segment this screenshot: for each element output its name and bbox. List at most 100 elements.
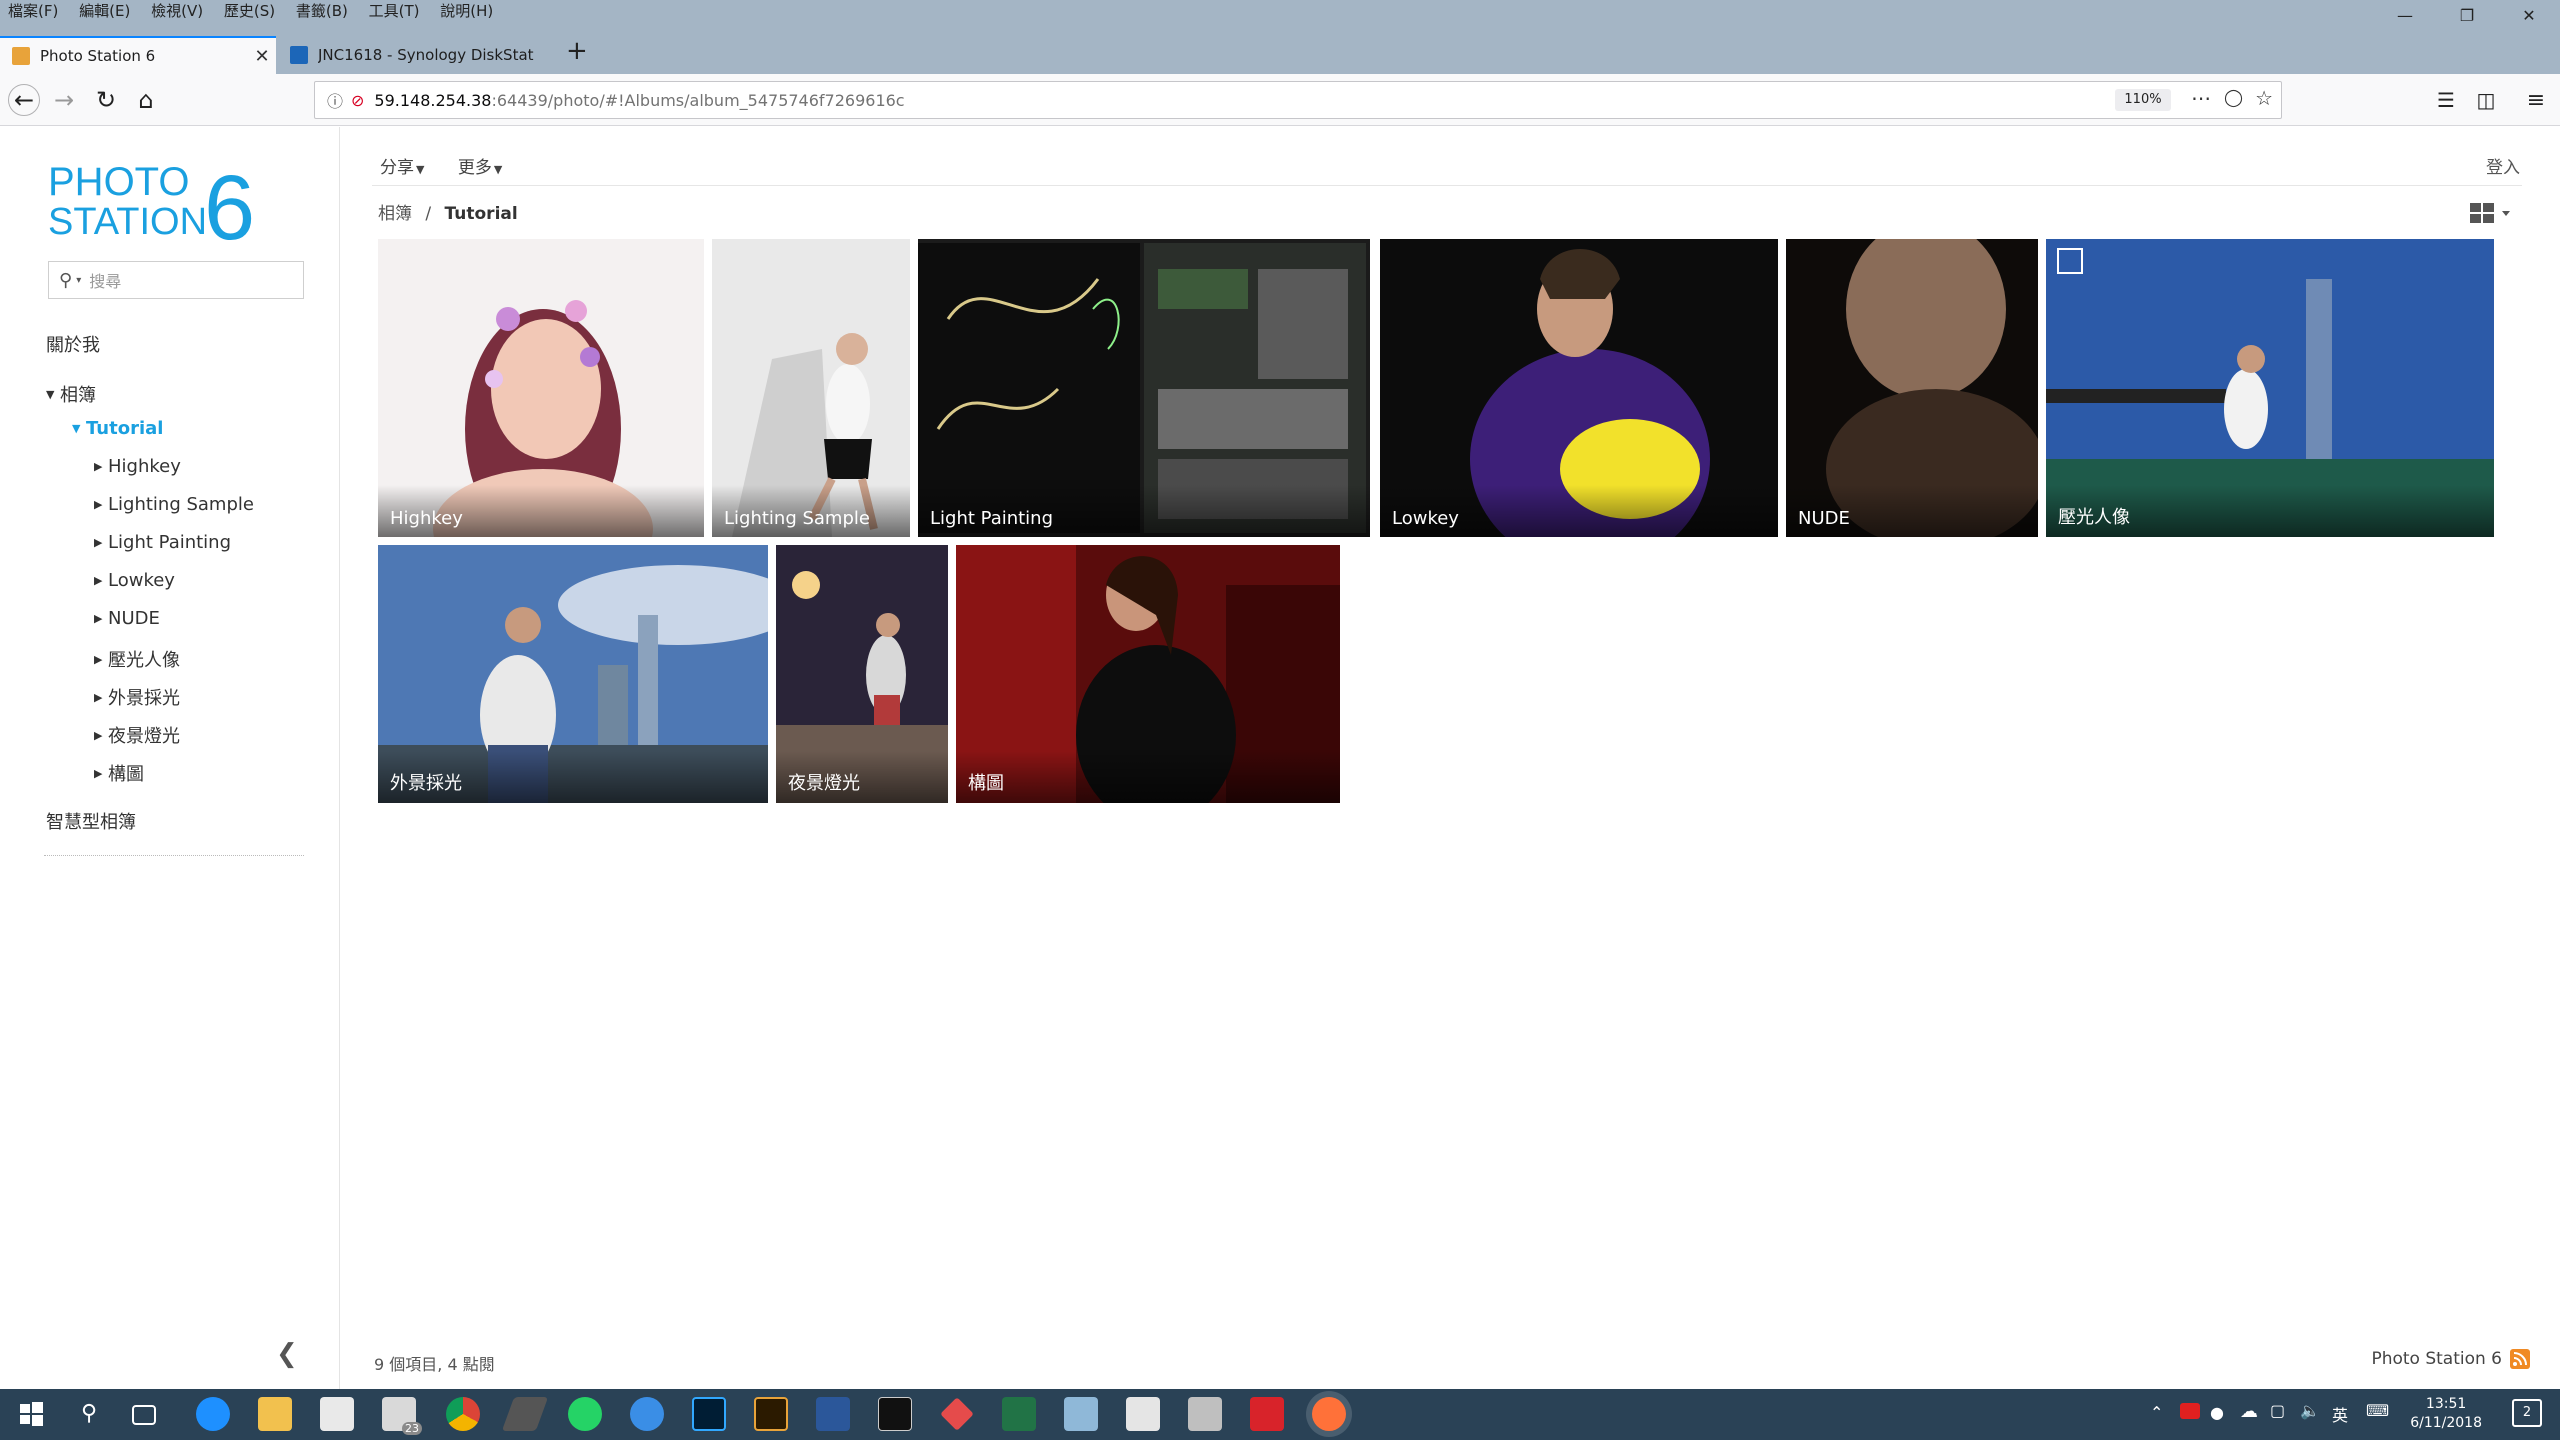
keyboard-icon[interactable]: ⌨ — [2366, 1401, 2389, 1420]
forward-button[interactable]: → — [48, 84, 80, 116]
more-menu[interactable]: 更多 ▼ — [458, 158, 502, 178]
bookmark-star-icon[interactable]: ☆ — [2255, 86, 2273, 110]
view-switcher[interactable] — [2470, 201, 2514, 225]
sidebar-item-lighting-sample[interactable]: ▶ Lighting Sample — [94, 494, 254, 515]
reload-button[interactable]: ↻ — [90, 84, 122, 116]
collapsed-triangle-icon[interactable]: ▶ — [94, 460, 108, 473]
search-taskbar-icon[interactable]: ⚲ — [72, 1397, 106, 1431]
sidebar-item-nude[interactable]: ▶ NUDE — [94, 608, 160, 629]
info-icon[interactable]: ⓘ — [327, 88, 343, 112]
tray-chevron-icon[interactable]: ⌃ — [2150, 1403, 2163, 1422]
sidebar-item-lowkey[interactable]: ▶ Lowkey — [94, 570, 175, 591]
menu-file[interactable]: 檔案(F) — [0, 0, 66, 21]
1password-icon[interactable] — [630, 1397, 664, 1431]
sidebar-item-outdoor-lighting[interactable]: ▶ 外景採光 — [94, 684, 180, 710]
menu-bookmarks[interactable]: 書籤(B) — [288, 0, 356, 21]
sidebar-toggle-icon[interactable]: ◫ — [2470, 84, 2502, 116]
menu-tools[interactable]: 工具(T) — [361, 0, 428, 21]
calculator-icon[interactable] — [1126, 1397, 1160, 1431]
expand-triangle-icon[interactable]: ▼ — [72, 422, 86, 435]
url-bar[interactable]: ⓘ ⊘ 59.148.254.38 :64439/photo/#!Albums/… — [314, 81, 2282, 119]
task-view-icon[interactable] — [132, 1405, 156, 1425]
hamburger-menu-icon[interactable]: ≡ — [2520, 84, 2552, 116]
whatsapp-icon[interactable] — [568, 1397, 602, 1431]
album-tile-night-lighting[interactable]: 夜景燈光 — [776, 545, 948, 803]
windows-start-icon[interactable] — [14, 1397, 48, 1431]
album-tile-backlight-portrait[interactable]: 壓光人像 — [2046, 239, 2494, 537]
zoom-level[interactable]: 110% — [2115, 89, 2171, 111]
page-actions-icon[interactable]: ⋯ — [2191, 86, 2211, 110]
album-tile-composition[interactable]: 構圖 — [956, 545, 1340, 803]
sidebar-item-albums[interactable]: ▼ 相簿 — [46, 381, 96, 407]
bridge-icon[interactable] — [754, 1397, 788, 1431]
tray-app-icon[interactable] — [2180, 1403, 2200, 1419]
album-tile-light-painting[interactable]: Light Painting — [918, 239, 1370, 537]
album-tile-lowkey[interactable]: Lowkey — [1380, 239, 1778, 537]
sidebar-item-smart-albums[interactable]: 智慧型相簿 — [46, 808, 136, 834]
action-center-icon[interactable]: 2 — [2512, 1399, 2542, 1427]
album-tile-highkey[interactable]: Highkey — [378, 239, 704, 537]
sidebar-item-backlight-portrait[interactable]: ▶ 壓光人像 — [94, 646, 180, 672]
album-tile-nude[interactable]: NUDE — [1786, 239, 2038, 537]
menu-edit[interactable]: 編輯(E) — [71, 0, 138, 21]
tab-synology[interactable]: JNC1618 - Synology DiskStat — [278, 36, 560, 74]
ime-indicator[interactable]: 英 — [2332, 1402, 2348, 1426]
collapsed-triangle-icon[interactable]: ▶ — [94, 498, 108, 511]
photo-station-logo[interactable]: PHOTO STATION 6 — [46, 147, 286, 267]
tab-photo-station[interactable]: Photo Station 6 ✕ — [0, 36, 276, 74]
close-tab-icon[interactable]: ✕ — [248, 46, 276, 67]
library-icon[interactable]: ☰ — [2430, 84, 2462, 116]
pocket-icon[interactable]: ◯ — [2224, 88, 2243, 108]
sidebar-item-highkey[interactable]: ▶ Highkey — [94, 456, 181, 477]
expand-triangle-icon[interactable]: ▼ — [46, 388, 60, 401]
album-label: 外景採光 — [378, 751, 768, 803]
notes-icon[interactable] — [1064, 1397, 1098, 1431]
clock[interactable]: 13:51 6/11/2018 — [2410, 1395, 2482, 1433]
sidebar-item-light-painting[interactable]: ▶ Light Painting — [94, 532, 231, 553]
onedrive-icon[interactable]: ☁ — [2240, 1401, 2258, 1422]
mail-icon[interactable]: 23 — [382, 1397, 422, 1435]
edge-icon[interactable] — [196, 1397, 230, 1431]
volume-icon[interactable]: 🔈 — [2300, 1401, 2320, 1420]
new-tab-button[interactable]: + — [566, 36, 588, 66]
back-button[interactable]: ← — [8, 84, 40, 116]
login-link[interactable]: 登入 — [2486, 153, 2520, 178]
sidebar-item-night-lighting[interactable]: ▶ 夜景燈光 — [94, 722, 180, 748]
search-field[interactable]: ⚲ ▾ 搜尋 — [48, 261, 304, 299]
sidebar-item-tutorial[interactable]: ▼ Tutorial — [72, 418, 163, 439]
collapsed-triangle-icon[interactable]: ▶ — [94, 767, 108, 780]
word-icon[interactable] — [816, 1397, 850, 1431]
home-button[interactable]: ⌂ — [130, 84, 162, 116]
rf5-icon[interactable] — [878, 1397, 912, 1431]
collapsed-triangle-icon[interactable]: ▶ — [94, 691, 108, 704]
menu-view[interactable]: 檢視(V) — [143, 0, 211, 21]
menu-history[interactable]: 歷史(S) — [216, 0, 283, 21]
menu-help[interactable]: 說明(H) — [432, 0, 501, 21]
collapsed-triangle-icon[interactable]: ▶ — [94, 653, 108, 666]
app-window-icon[interactable] — [1188, 1397, 1222, 1431]
excel-icon[interactable] — [1002, 1397, 1036, 1431]
sidebar-item-composition[interactable]: ▶ 構圖 — [94, 760, 144, 786]
collapsed-triangle-icon[interactable]: ▶ — [94, 612, 108, 625]
file-explorer-icon[interactable] — [258, 1397, 292, 1431]
app-red-icon[interactable] — [940, 1397, 974, 1431]
collapsed-triangle-icon[interactable]: ▶ — [94, 574, 108, 587]
firefox-icon[interactable] — [1312, 1397, 1346, 1431]
rss-icon[interactable] — [2510, 1349, 2530, 1369]
app-icon[interactable] — [501, 1397, 549, 1431]
network-icon[interactable]: ▢ — [2270, 1401, 2285, 1420]
collapsed-triangle-icon[interactable]: ▶ — [94, 536, 108, 549]
search-dropdown-icon[interactable]: ▾ — [76, 275, 81, 286]
store-icon[interactable] — [320, 1397, 354, 1431]
album-tile-lighting-sample[interactable]: Lighting Sample — [712, 239, 910, 537]
chrome-icon[interactable] — [446, 1397, 480, 1431]
collapsed-triangle-icon[interactable]: ▶ — [94, 729, 108, 742]
creative-cloud-icon[interactable] — [1250, 1397, 1284, 1431]
sidebar-item-about[interactable]: 關於我 — [46, 331, 100, 357]
breadcrumb-albums[interactable]: 相簿 — [378, 204, 412, 224]
share-menu[interactable]: 分享 ▼ — [380, 158, 424, 178]
collapse-sidebar-icon[interactable]: ❮ — [276, 1339, 298, 1369]
photoshop-icon[interactable] — [692, 1397, 726, 1431]
tray-circle-icon[interactable]: ● — [2210, 1403, 2224, 1422]
album-tile-outdoor-lighting[interactable]: 外景採光 — [378, 545, 768, 803]
